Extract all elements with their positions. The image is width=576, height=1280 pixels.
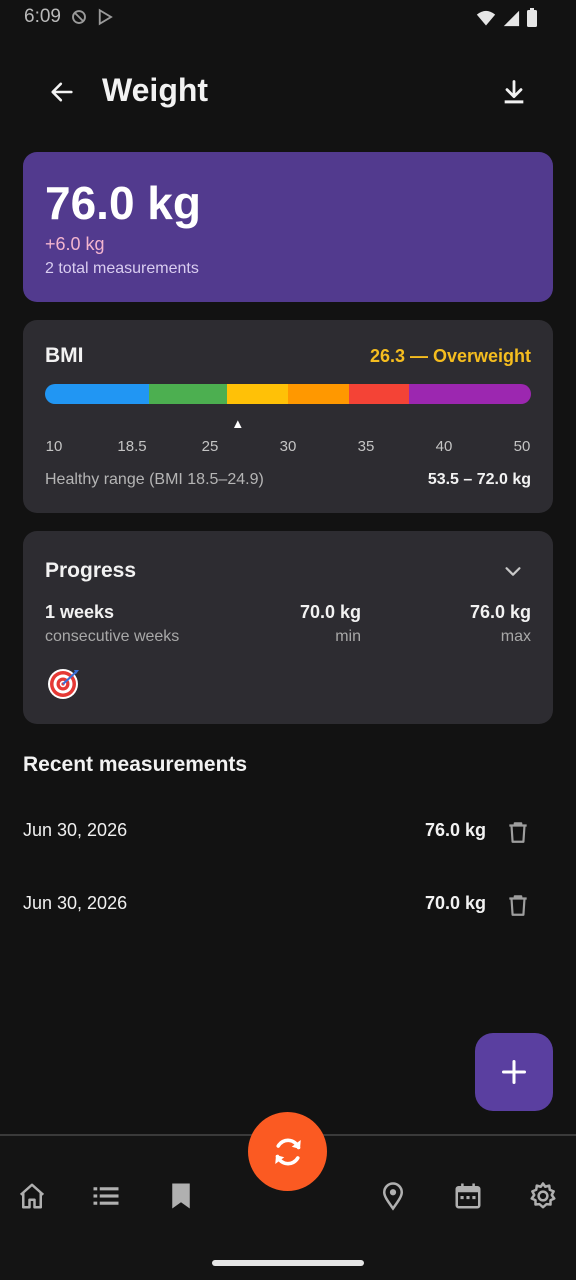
download-icon (504, 80, 524, 104)
target-icon (45, 665, 81, 701)
bmi-segment (149, 384, 228, 404)
home-icon (19, 1183, 45, 1209)
status-bar: 6:09 (0, 0, 576, 36)
back-button[interactable] (40, 70, 84, 114)
status-time: 6:09 (24, 6, 61, 27)
measurement-weight: 70.0 kg (424, 893, 486, 913)
trash-icon (509, 822, 527, 843)
nav-bookmarks[interactable] (159, 1174, 203, 1218)
trash-icon (509, 895, 527, 916)
bmi-segment (348, 384, 410, 404)
location-icon (382, 1182, 404, 1211)
list-icon (93, 1187, 119, 1205)
weight-screen: 6:09 Weight 76.0 kg +6.0 kg 2 total meas… (0, 0, 576, 1280)
plus-icon (501, 1059, 527, 1085)
nav-location[interactable] (371, 1174, 415, 1218)
progress-card: Progress 1 weeks consecutive weeks 70.0 … (23, 531, 553, 724)
measurement-date: Jun 30, 2026 (23, 820, 128, 840)
add-measurement-button[interactable] (475, 1033, 553, 1111)
bmi-tick-label: 18.5 (117, 438, 147, 455)
battery-icon (526, 8, 538, 33)
current-weight: 76.0 kg (45, 177, 201, 229)
arrow-back-icon (51, 82, 73, 102)
measurement-row[interactable]: Jun 30, 2026 70.0 kg (0, 875, 576, 935)
min-weight-label: min (335, 628, 361, 645)
bmi-segment (409, 384, 531, 404)
chevron-down-icon (505, 567, 521, 576)
weight-change: +6.0 kg (45, 234, 105, 254)
nav-home[interactable] (10, 1174, 54, 1218)
home-indicator[interactable] (212, 1260, 364, 1266)
bmi-segment (45, 384, 150, 404)
recent-measurements-title: Recent measurements (23, 753, 248, 776)
bmi-value: 26.3 — Overweight (369, 346, 531, 366)
bookmark-icon (172, 1183, 190, 1209)
settings-icon (530, 1182, 556, 1209)
healthy-range-value: 53.5 – 72.0 kg (427, 471, 531, 488)
weight-summary-card: 76.0 kg +6.0 kg 2 total measurements (23, 152, 553, 302)
consecutive-weeks-label: consecutive weeks (45, 628, 180, 645)
measurement-weight: 76.0 kg (424, 820, 486, 840)
nav-calendar[interactable] (446, 1174, 490, 1218)
status-icons-left (70, 8, 114, 31)
bmi-tick-label: 25 (201, 438, 219, 455)
do-not-disturb-icon (70, 8, 88, 31)
bmi-scale-ticks: 10 18.5 25 30 35 40 50 (45, 438, 531, 458)
calendar-icon (455, 1183, 481, 1209)
measurement-date: Jun 30, 2026 (23, 893, 128, 913)
delete-button[interactable] (500, 887, 536, 923)
bmi-tick-label: 40 (435, 438, 453, 455)
download-button[interactable] (492, 70, 536, 114)
sync-icon (274, 1138, 301, 1165)
bmi-tick-label: 35 (357, 438, 375, 455)
status-icons-right (476, 8, 538, 33)
max-weight-value: 76.0 kg (469, 602, 531, 622)
nav-settings[interactable] (521, 1174, 565, 1218)
bmi-segment (227, 384, 288, 404)
delete-button[interactable] (500, 814, 536, 850)
total-measurements: 2 total measurements (45, 260, 199, 277)
measurement-row[interactable]: Jun 30, 2026 76.0 kg (0, 802, 576, 862)
nav-list[interactable] (84, 1174, 128, 1218)
bmi-title: BMI (45, 344, 84, 367)
expand-button[interactable] (499, 557, 527, 585)
bmi-tick-label: 10 (45, 438, 63, 455)
bmi-scale-bar (45, 384, 531, 404)
sync-button[interactable] (248, 1112, 327, 1191)
max-weight-label: max (500, 628, 531, 645)
consecutive-weeks-value: 1 weeks (45, 602, 115, 622)
min-weight-value: 70.0 kg (299, 602, 361, 622)
play-store-icon (96, 8, 114, 31)
bmi-segment (287, 384, 349, 404)
page-title: Weight (102, 72, 209, 108)
signal-icon (502, 9, 520, 32)
bmi-tick-label: 30 (279, 438, 297, 455)
bmi-tick-label: 50 (513, 438, 531, 455)
bmi-marker: ▲ (231, 416, 245, 431)
progress-title: Progress (45, 559, 137, 582)
wifi-icon (476, 9, 496, 32)
top-app-bar: Weight (0, 60, 576, 120)
healthy-range-label: Healthy range (BMI 18.5–24.9) (45, 471, 264, 488)
bmi-card: BMI 26.3 — Overweight ▲ 10 18.5 25 30 35 40 50… (23, 320, 553, 513)
